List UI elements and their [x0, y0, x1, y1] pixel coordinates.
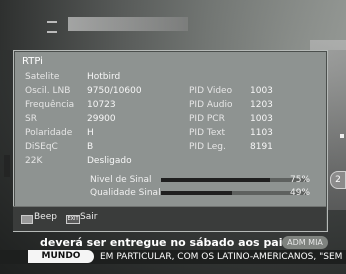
- value-frequencia: 10723: [87, 100, 116, 110]
- value-sr: 29900: [87, 114, 116, 124]
- channel-info-panel: RTPi Satelite Oscil. LNB Frequência SR P…: [13, 50, 328, 232]
- tv-screen: 2 RTPi Satelite Oscil. LNB Frequência SR…: [0, 0, 346, 274]
- ticker-brand: MUNDO: [28, 250, 94, 263]
- label-pid-pcr: PID PCR: [189, 114, 225, 124]
- program-tag: ADM MIA: [282, 236, 328, 249]
- label-diseqc: DiSEqC: [25, 142, 58, 152]
- label-pid-text: PID Text: [189, 128, 226, 138]
- value-satelite: Hotbird: [87, 72, 121, 82]
- marker-icon: [340, 134, 344, 138]
- signal-level-fill: [161, 178, 270, 182]
- signal-level-bar: [161, 178, 306, 182]
- edge-shadow: [4, 155, 10, 177]
- value-oscil-lnb: 9750/10600: [87, 86, 142, 96]
- label-polaridade: Polaridade: [25, 128, 73, 138]
- label-frequencia: Frequência: [25, 100, 75, 110]
- value-pid-leg: 8191: [250, 142, 273, 152]
- signal-quality-fill: [161, 191, 233, 195]
- channel-graphic-icon: [47, 21, 57, 33]
- ticker-text: EM PARTICULAR, COM OS LATINO-AMERICANOS,…: [100, 252, 343, 262]
- signal-quality-percent: 49%: [290, 188, 311, 198]
- value-diseqc: B: [87, 142, 94, 152]
- channel-logo: [68, 17, 188, 31]
- value-pid-video: 1003: [250, 86, 273, 96]
- signal-level-label: Nivel de Sinal: [90, 175, 152, 185]
- exit-label[interactable]: Sair: [80, 212, 97, 222]
- value-polaridade: H: [87, 128, 94, 138]
- label-satelite: Satelite: [25, 72, 60, 82]
- beep-label[interactable]: Beep: [34, 212, 57, 222]
- label-oscil-lnb: Oscil. LNB: [25, 86, 71, 96]
- value-22k: Desligado: [87, 156, 132, 166]
- signal-level-percent: 75%: [290, 175, 311, 185]
- value-pid-pcr: 1003: [250, 114, 273, 124]
- label-22k: 22K: [25, 156, 43, 166]
- label-pid-leg: PID Leg.: [189, 142, 226, 152]
- exit-key-icon[interactable]: EXIT: [66, 215, 80, 224]
- signal-quality-bar: [161, 191, 306, 195]
- news-headline: deverá ser entregue no sábado aos pais: [40, 236, 290, 249]
- signal-quality-label: Qualidade Sinal: [90, 188, 161, 198]
- value-pid-audio: 1203: [250, 100, 273, 110]
- label-pid-audio: PID Audio: [189, 100, 233, 110]
- age-rating-badge: 2: [330, 171, 346, 189]
- panel-footer: Beep EXIT Sair: [13, 206, 326, 231]
- value-pid-text: 1103: [250, 128, 273, 138]
- label-sr: SR: [25, 114, 37, 124]
- label-pid-video: PID Video: [189, 86, 233, 96]
- channel-name: RTPi: [22, 56, 43, 67]
- beep-key-icon[interactable]: [21, 215, 33, 224]
